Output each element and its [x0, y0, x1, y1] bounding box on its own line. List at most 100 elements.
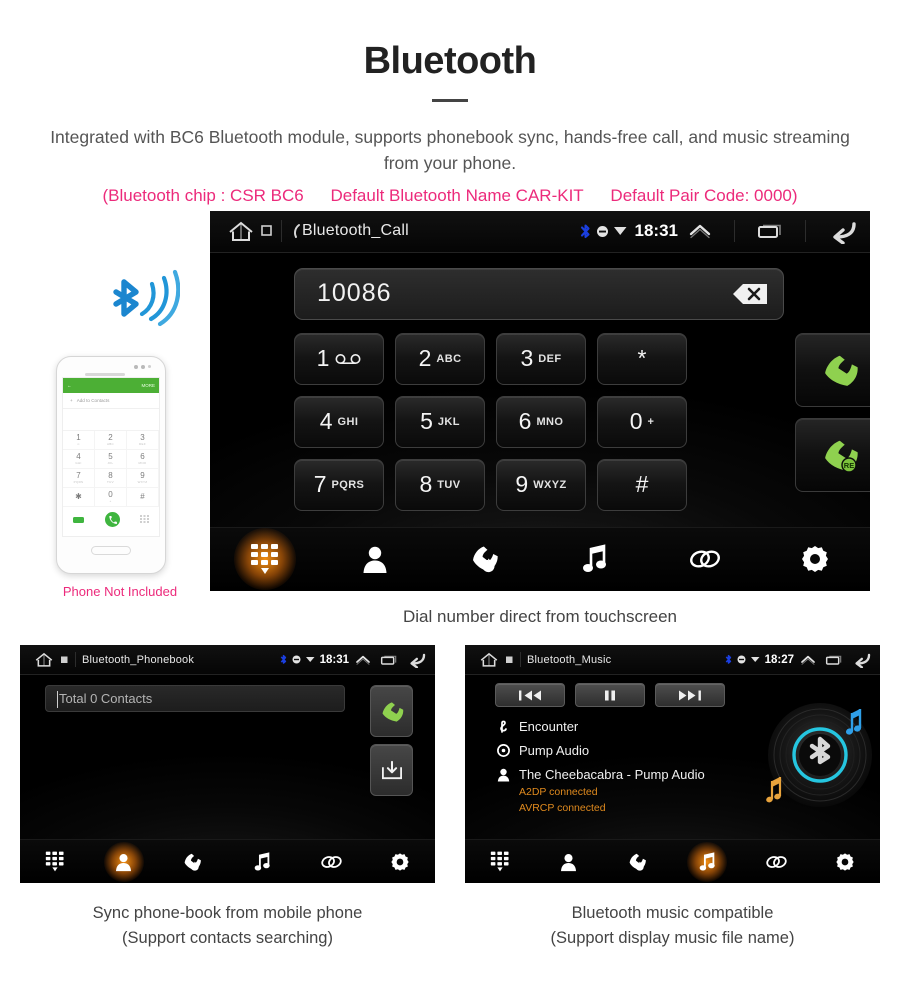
download-contacts-button[interactable]	[370, 744, 413, 796]
bluetooth-call-screen: Bluetooth_Call 18:31 10086 1 2 ABC 3 DEF…	[210, 210, 870, 591]
call-history-icon	[627, 852, 648, 872]
dial-input[interactable]: 10086	[294, 267, 784, 320]
call-button[interactable]	[795, 332, 870, 407]
call-history-icon	[469, 544, 501, 574]
collapse-icon[interactable]	[355, 654, 371, 666]
music-note-icon	[254, 851, 271, 872]
spec-line: (Bluetooth chip : CSR BC6 Default Blueto…	[0, 186, 900, 206]
voicemail-icon	[335, 353, 361, 365]
mute-icon	[596, 225, 609, 238]
key-4[interactable]: 4 GHI	[294, 395, 384, 448]
contacts-search-input[interactable]: Total 0 Contacts	[45, 685, 345, 712]
nav-settings[interactable]	[760, 528, 870, 591]
redial-button[interactable]: RE	[795, 417, 870, 492]
nav-link[interactable]	[650, 528, 760, 591]
phone-speaker	[85, 372, 125, 376]
transport-controls	[495, 683, 725, 707]
home-icon[interactable]	[478, 651, 500, 668]
nav-contacts[interactable]	[534, 840, 603, 883]
nav-settings[interactable]	[366, 840, 435, 883]
nav-dialpad[interactable]	[465, 840, 534, 883]
system-buttons	[355, 651, 428, 668]
pause-button[interactable]	[575, 683, 645, 707]
bluetooth-icon	[580, 223, 591, 240]
screen-title: Bluetooth_Music	[527, 653, 612, 666]
phone-key: 3 DEF	[127, 430, 159, 450]
nav-call-history[interactable]	[158, 840, 227, 883]
system-buttons	[688, 218, 860, 244]
nav-link[interactable]	[297, 840, 366, 883]
contacts-count-label: Total 0 Contacts	[59, 691, 153, 706]
nav-music[interactable]	[540, 528, 650, 591]
collapse-icon[interactable]	[800, 654, 816, 666]
phone-key: 9 WXYZ	[127, 468, 159, 488]
track-info: Encounter Pump Audio The Cheebacabra - P…	[497, 719, 705, 817]
mute-icon	[292, 655, 301, 664]
sd-card-icon	[60, 655, 69, 665]
vinyl-bluetooth-art	[762, 695, 880, 815]
key-0[interactable]: 0 +	[597, 395, 687, 448]
status-bar: Bluetooth_Music 18:27	[465, 645, 880, 675]
contacts-icon	[362, 544, 388, 574]
nav-call-history[interactable]	[603, 840, 672, 883]
nav-music[interactable]	[228, 840, 297, 883]
key-5[interactable]: 5 JKL	[395, 395, 485, 448]
sd-card-icon	[261, 224, 273, 238]
collapse-icon[interactable]	[688, 222, 712, 240]
back-icon[interactable]	[407, 651, 428, 668]
nav-music[interactable]	[673, 840, 742, 883]
key-9[interactable]: 9 WXYZ	[496, 458, 586, 511]
recents-icon[interactable]	[757, 222, 783, 240]
album-icon	[497, 744, 510, 757]
phone-action-row	[63, 507, 159, 533]
phone-key: 0 +	[95, 487, 127, 507]
pause-icon	[603, 689, 617, 702]
nav-settings[interactable]	[811, 840, 880, 883]
artist-name: The Cheebacabra - Pump Audio	[519, 767, 705, 782]
dialed-number: 10086	[317, 279, 392, 307]
music-caption-line2: (Support display music file name)	[550, 928, 795, 947]
key-2[interactable]: 2 ABC	[395, 332, 485, 385]
nav-link[interactable]	[742, 840, 811, 883]
clock: 18:31	[319, 653, 349, 666]
keypad-row: 7 PQRS 8 TUV 9 WXYZ #	[294, 458, 784, 511]
music-note-icon	[699, 851, 716, 872]
intro-paragraph: Integrated with BC6 Bluetooth module, su…	[50, 127, 850, 174]
mute-icon	[737, 655, 746, 664]
key-star[interactable]: *	[597, 332, 687, 385]
music-caption: Bluetooth music compatible (Support disp…	[465, 901, 880, 951]
home-icon[interactable]	[33, 651, 55, 668]
avrcp-status: AVRCP connected	[519, 801, 606, 814]
back-icon[interactable]	[852, 651, 873, 668]
phonebook-caption-line1: Sync phone-book from mobile phone	[92, 904, 363, 922]
key-7[interactable]: 7 PQRS	[294, 458, 384, 511]
nav-contacts[interactable]	[320, 528, 430, 591]
key-3[interactable]: 3 DEF	[496, 332, 586, 385]
previous-track-button[interactable]	[495, 683, 565, 707]
settings-gear-icon	[835, 852, 855, 872]
bottom-nav	[465, 839, 880, 883]
recents-icon[interactable]	[380, 654, 398, 666]
nav-contacts[interactable]	[89, 840, 158, 883]
nav-dialpad[interactable]	[210, 528, 320, 591]
back-icon[interactable]	[828, 218, 860, 244]
nav-call-history[interactable]	[430, 528, 540, 591]
key-8[interactable]: 8 TUV	[395, 458, 485, 511]
phonebook-call-button[interactable]	[370, 685, 413, 737]
phone-key: 6 MNO	[127, 449, 159, 469]
clock: 18:27	[764, 653, 794, 666]
svg-text:RE: RE	[844, 461, 854, 470]
backspace-icon[interactable]	[731, 282, 769, 306]
phone-add-contact-label: Add to Contacts	[76, 397, 110, 403]
nav-dialpad[interactable]	[20, 840, 89, 883]
key-1[interactable]: 1	[294, 332, 384, 385]
key-hash[interactable]: #	[597, 458, 687, 511]
next-track-button[interactable]	[655, 683, 725, 707]
key-6[interactable]: 6 MNO	[496, 395, 586, 448]
bluetooth-icon	[725, 654, 732, 665]
recents-icon[interactable]	[825, 654, 843, 666]
artist-icon	[497, 768, 510, 782]
home-icon[interactable]	[226, 219, 256, 243]
bluetooth-phonebook-screen: Bluetooth_Phonebook 18:31 Total 0 Contac…	[20, 645, 435, 883]
divider	[805, 220, 806, 242]
